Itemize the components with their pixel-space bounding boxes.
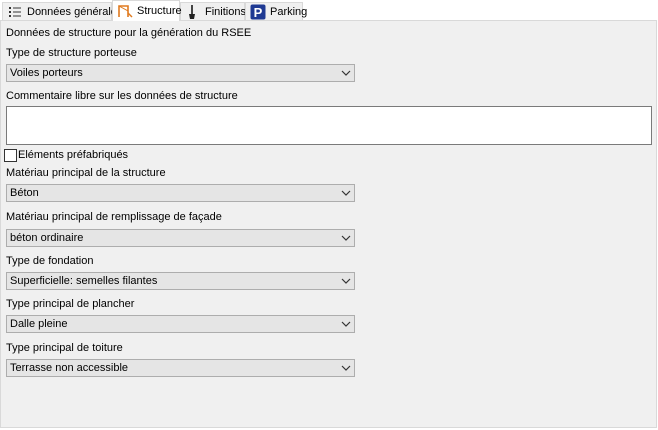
main-material-label: Matériau principal de la structure bbox=[6, 167, 166, 179]
tab-label: Données générales bbox=[27, 5, 123, 18]
facade-fill-select[interactable]: béton ordinaire bbox=[6, 229, 355, 247]
tab-label: Parking bbox=[270, 5, 308, 18]
chevron-down-icon bbox=[341, 365, 351, 371]
chevron-down-icon bbox=[341, 321, 351, 327]
comment-label: Commentaire libre sur les données de str… bbox=[6, 90, 238, 102]
main-material-value: Béton bbox=[10, 187, 39, 199]
structure-type-label: Type de structure porteuse bbox=[6, 47, 137, 59]
tab-parking[interactable]: P Parking bbox=[245, 2, 307, 20]
floor-type-value: Dalle pleine bbox=[10, 318, 68, 330]
chevron-down-icon bbox=[341, 278, 351, 284]
tab-label: Finitions bbox=[205, 5, 246, 18]
chevron-down-icon bbox=[341, 235, 351, 241]
tab-donnees-generales[interactable]: Données générales bbox=[2, 2, 122, 20]
tab-strip: Données générales Structure Finitions P … bbox=[0, 0, 658, 21]
foundation-label: Type de fondation bbox=[6, 255, 94, 267]
tab-structure[interactable]: Structure bbox=[112, 0, 182, 21]
svg-text:P: P bbox=[254, 5, 263, 20]
facade-fill-label: Matériau principal de remplissage de faç… bbox=[6, 211, 222, 223]
main-material-select[interactable]: Béton bbox=[6, 184, 355, 202]
parking-icon: P bbox=[250, 4, 266, 20]
prefab-label: Eléments préfabriqués bbox=[18, 149, 129, 161]
tab-label: Structure bbox=[137, 5, 182, 17]
section-title: Données de structure pour la génération … bbox=[6, 27, 252, 39]
prefab-checkbox[interactable] bbox=[4, 149, 17, 162]
structure-icon bbox=[118, 5, 133, 18]
structure-form-window: Données générales Structure Finitions P … bbox=[0, 0, 658, 430]
roof-type-label: Type principal de toiture bbox=[6, 342, 123, 354]
foundation-select[interactable]: Superficielle: semelles filantes bbox=[6, 272, 355, 290]
structure-type-value: Voiles porteurs bbox=[10, 67, 83, 79]
roof-type-select[interactable]: Terrasse non accessible bbox=[6, 359, 355, 377]
structure-panel: Données de structure pour la génération … bbox=[0, 20, 657, 428]
comment-textarea[interactable] bbox=[6, 106, 652, 145]
paint-brush-icon bbox=[189, 4, 195, 19]
roof-type-value: Terrasse non accessible bbox=[10, 362, 129, 374]
floor-type-select[interactable]: Dalle pleine bbox=[6, 315, 355, 333]
facade-fill-value: béton ordinaire bbox=[10, 232, 84, 244]
list-icon bbox=[9, 6, 21, 17]
structure-type-select[interactable]: Voiles porteurs bbox=[6, 64, 355, 82]
chevron-down-icon bbox=[341, 190, 351, 196]
chevron-down-icon bbox=[341, 70, 351, 76]
tab-finitions[interactable]: Finitions bbox=[180, 2, 246, 20]
foundation-value: Superficielle: semelles filantes bbox=[10, 275, 158, 287]
floor-type-label: Type principal de plancher bbox=[6, 298, 135, 310]
